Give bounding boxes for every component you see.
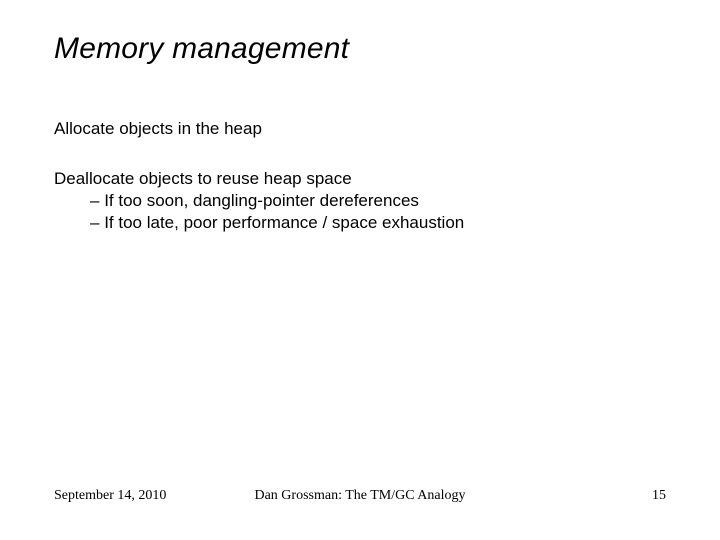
slide-footer: September 14, 2010 Dan Grossman: The TM/… bbox=[54, 488, 666, 504]
slide-title: Memory management bbox=[54, 32, 349, 66]
slide-body: Allocate objects in the heap Deallocate … bbox=[54, 118, 666, 234]
bullet-too-late-text: If too late, poor performance / space ex… bbox=[104, 213, 464, 232]
deallocate-line: Deallocate objects to reuse heap space bbox=[54, 168, 666, 190]
slide: Memory management Allocate objects in th… bbox=[0, 0, 720, 540]
paragraph-allocate: Allocate objects in the heap bbox=[54, 118, 666, 140]
footer-date: September 14, 2010 bbox=[54, 488, 166, 504]
bullet-too-late: If too late, poor performance / space ex… bbox=[54, 212, 666, 234]
footer-page-number: 15 bbox=[652, 488, 666, 504]
bullet-too-soon: If too soon, dangling-pointer dereferenc… bbox=[54, 190, 666, 212]
bullet-too-soon-text: If too soon, dangling-pointer dereferenc… bbox=[104, 191, 419, 210]
paragraph-deallocate: Deallocate objects to reuse heap space I… bbox=[54, 168, 666, 234]
